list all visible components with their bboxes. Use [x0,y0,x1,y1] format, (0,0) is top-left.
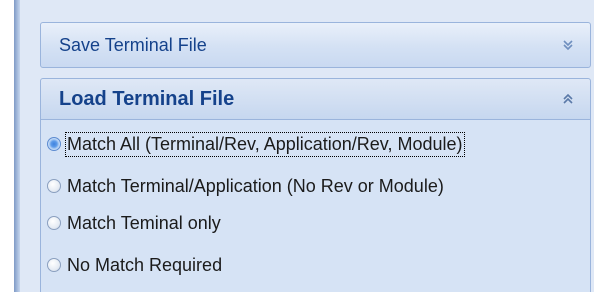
radio-option-match-terminal-only[interactable]: Match Teminal only [47,209,221,237]
save-terminal-file-title: Save Terminal File [59,34,207,55]
load-terminal-file-header[interactable]: Load Terminal File [40,78,591,120]
load-terminal-file-title: Load Terminal File [59,87,235,110]
radio-option-label: Match All (Terminal/Rev, Application/Rev… [65,131,465,157]
radio-option-match-terminal-application[interactable]: Match Terminal/Application (No Rev or Mo… [47,172,444,200]
radio-option-label: Match Terminal/Application (No Rev or Mo… [67,175,444,196]
radio-unselected-icon[interactable] [47,179,61,193]
radio-option-no-match-required[interactable]: No Match Required [47,251,222,279]
window-edge [0,0,14,292]
radio-selected-icon[interactable] [47,137,61,151]
save-terminal-file-header[interactable]: Save Terminal File [40,22,591,68]
radio-unselected-icon[interactable] [47,258,61,272]
chevron-double-down-icon[interactable] [560,37,576,53]
radio-option-label: Match Teminal only [67,212,221,233]
page: Save Terminal File Load Terminal File Ma… [0,0,594,292]
chevron-double-up-icon[interactable] [560,91,576,107]
radio-option-match-all[interactable]: Match All (Terminal/Rev, Application/Rev… [47,130,465,158]
radio-option-label: No Match Required [67,254,223,275]
load-terminal-file-options: Match All (Terminal/Rev, Application/Rev… [40,120,591,292]
radio-unselected-icon[interactable] [47,216,61,230]
